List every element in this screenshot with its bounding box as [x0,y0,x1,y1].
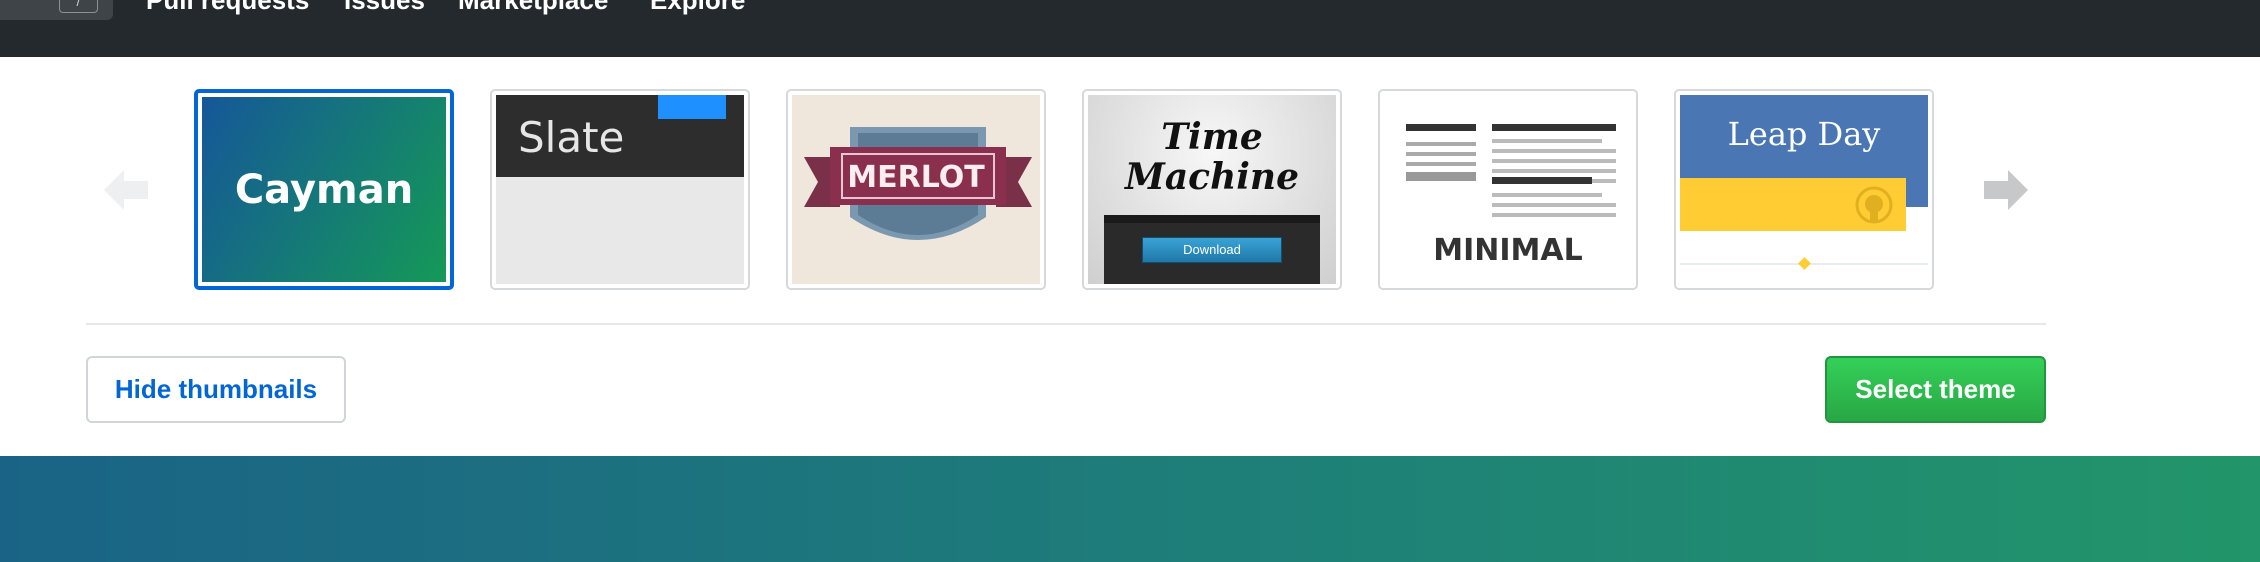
time-machine-preview: Time Machine Download [1088,95,1336,284]
theme-thumbnail-merlot[interactable]: MERLOT [786,89,1046,290]
arrow-left-icon[interactable] [104,170,148,210]
nav-pull-requests[interactable]: Pull requests [146,0,309,15]
hide-thumbnails-button[interactable]: Hide thumbnails [86,356,346,423]
download-button: Download [1142,237,1282,263]
theme-thumbnail-minimal[interactable]: MINIMAL [1378,89,1638,290]
time-machine-console: Download [1104,215,1320,284]
search-box[interactable]: / [0,0,113,20]
theme-thumbnail-slate[interactable]: Slate [490,89,750,290]
top-nav-bar: / Pull requests Issues Marketplace Explo… [0,0,2260,57]
nav-explore[interactable]: Explore [650,0,745,15]
leap-day-yellow-band [1680,178,1906,231]
cayman-preview: Cayman [200,95,448,284]
theme-label-minimal: MINIMAL [1433,233,1583,268]
theme-label-machine: Machine [1124,156,1300,198]
theme-thumbnail-leap-day[interactable]: Leap Day [1674,89,1934,290]
select-theme-button[interactable]: Select theme [1825,356,2046,423]
slate-preview: Slate [496,95,744,284]
arrow-right-icon[interactable] [1984,170,2028,210]
theme-label-merlot: MERLOT [847,160,985,195]
nav-marketplace[interactable]: Marketplace [458,0,608,15]
theme-label-cayman: Cayman [234,167,414,213]
time-machine-title: Time Machine [1088,117,1336,197]
theme-label-time: Time [1161,116,1263,158]
leap-day-diamond [1798,257,1811,270]
divider [86,323,2046,325]
theme-label-leap-day: Leap Day [1727,115,1881,153]
nav-issues[interactable]: Issues [344,0,425,15]
merlot-preview: MERLOT [792,95,1040,284]
leap-day-preview: Leap Day [1680,95,1928,284]
slash-key-hint: / [59,0,98,13]
page-header-banner [0,456,2260,562]
minimal-preview: MINIMAL [1384,95,1632,284]
slate-blue-tab [658,95,726,119]
theme-label-slate: Slate [518,113,625,162]
slate-header: Slate [496,95,744,177]
theme-thumbnail-cayman[interactable]: Cayman [194,89,454,290]
octocat-icon [1855,186,1893,224]
theme-thumbnail-time-machine[interactable]: Time Machine Download [1082,89,1342,290]
